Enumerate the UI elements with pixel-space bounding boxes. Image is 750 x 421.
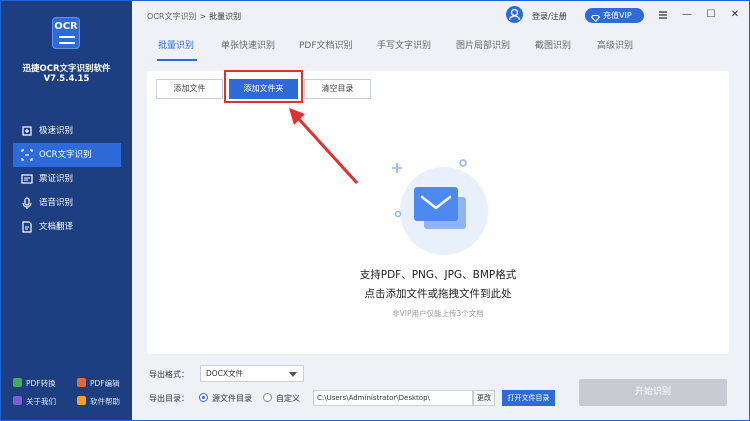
highlight-box (224, 70, 303, 103)
tab-pdf[interactable]: PDF文档识别 (299, 38, 353, 60)
pdf-convert-icon (13, 378, 22, 387)
tool-label: PDF编辑 (90, 379, 120, 388)
logo-lines (59, 36, 75, 44)
supported-formats-text: 支持PDF、PNG、JPG、BMP格式 (359, 269, 517, 281)
start-recognition-button[interactable]: 开始识别 (579, 379, 727, 406)
window-controls: — ☐ ✕ (656, 8, 746, 22)
ticket-icon (21, 173, 33, 185)
vip-limit-note: 非VIP用户仅能上传3个文档 (392, 309, 484, 318)
breadcrumb: OCR文字识别 > 批量识别 (147, 11, 241, 22)
about-icon (13, 396, 22, 405)
open-folder-button[interactable]: 打开文件目录 (502, 390, 555, 406)
maximize-button[interactable]: ☐ (704, 8, 718, 22)
tool-label: 关于我们 (26, 397, 56, 406)
tab-advanced[interactable]: 高级识别 (597, 38, 633, 60)
breadcrumb-root[interactable]: OCR文字识别 (147, 12, 196, 21)
tool-label: PDF转换 (26, 379, 56, 388)
tab-single-fast[interactable]: 单张快速识别 (221, 38, 275, 60)
export-format-label: 导出格式： (149, 370, 189, 379)
clear-list-button[interactable]: 清空目录 (304, 79, 371, 99)
export-dir-label: 导出目录： (149, 394, 189, 403)
sidebar-item-label: 极速识别 (39, 126, 74, 136)
radio-source-dir[interactable] (199, 393, 208, 402)
breadcrumb-separator: > (199, 12, 207, 21)
sidebar-item-label: 票证识别 (39, 174, 74, 184)
sidebar-item-ocr[interactable]: OCR文字识别 (13, 143, 121, 167)
export-format-select[interactable]: DOCX文件 (200, 365, 304, 382)
pdf-edit-icon (77, 378, 86, 387)
radio-source-dir-label[interactable]: 源文件目录 (212, 393, 252, 404)
tool-pdf-convert[interactable]: PDF转换 (13, 378, 56, 389)
sidebar-item-label: 语音识别 (39, 198, 74, 208)
tool-help[interactable]: 软件帮助 (77, 396, 120, 407)
sidebar: OCR 迅捷OCR文字识别软件 V7.5.4.15 极速识别 OCR文字识别 票… (1, 1, 132, 420)
microphone-icon (21, 197, 33, 209)
user-avatar-icon[interactable] (506, 6, 523, 23)
app-window: OCR 迅捷OCR文字识别软件 V7.5.4.15 极速识别 OCR文字识别 票… (0, 0, 750, 421)
sidebar-item-label: OCR文字识别 (39, 150, 92, 160)
tool-pdf-edit[interactable]: PDF编辑 (77, 378, 120, 389)
chevron-down-icon (289, 372, 297, 377)
tab-batch[interactable]: 批量识别 (158, 38, 194, 60)
add-file-button[interactable]: 添加文件 (156, 79, 223, 99)
radio-custom-dir[interactable] (263, 393, 272, 402)
tool-about[interactable]: 关于我们 (13, 396, 56, 407)
radio-custom-dir-label[interactable]: 自定义 (276, 393, 300, 404)
sidebar-item-label: 文档翻译 (39, 222, 74, 232)
tab-screenshot[interactable]: 截图识别 (535, 38, 571, 60)
tool-label: 软件帮助 (90, 397, 120, 406)
app-version: V7.5.4.15 (43, 74, 90, 84)
vip-button[interactable]: 充值VIP (585, 8, 644, 23)
tab-image-partial[interactable]: 图片局部识别 (456, 38, 510, 60)
minimize-button[interactable]: — (680, 8, 694, 22)
ocr-icon (21, 149, 33, 161)
close-button[interactable]: ✕ (728, 8, 742, 22)
app-logo: OCR (52, 17, 80, 49)
export-format-value: DOCX文件 (206, 369, 244, 378)
app-name: 迅捷OCR文字识别软件 (22, 64, 111, 74)
sidebar-item-fast[interactable]: 极速识别 (13, 119, 121, 143)
drop-instruction-text: 点击添加文件或拖拽文件到此处 (364, 288, 512, 300)
sidebar-item-ticket[interactable]: 票证识别 (13, 167, 121, 191)
logo-text: OCR (54, 21, 78, 32)
vip-label: 充值VIP (603, 11, 632, 20)
sidebar-item-voice[interactable]: 语音识别 (13, 191, 121, 215)
breadcrumb-current: 批量识别 (209, 12, 242, 21)
sidebar-item-translate[interactable]: 文档翻译 (13, 215, 121, 239)
sidebar-nav: 极速识别 OCR文字识别 票证识别 语音识别 文档翻译 (13, 119, 121, 239)
change-path-button[interactable]: 更改 (473, 390, 495, 406)
menu-icon[interactable] (656, 8, 670, 22)
help-icon (77, 396, 86, 405)
pointer-arrow (289, 108, 359, 185)
diamond-icon (590, 12, 601, 23)
tab-handwriting[interactable]: 手写文字识别 (377, 38, 431, 60)
login-link[interactable]: 登录/注册 (532, 11, 567, 22)
lightning-icon (21, 125, 33, 137)
export-path-input[interactable]: C:\Users\Administrator\Desktop\ (313, 390, 473, 406)
translate-icon (21, 221, 33, 233)
upload-illustration (392, 159, 488, 255)
active-tab-indicator (157, 59, 197, 61)
